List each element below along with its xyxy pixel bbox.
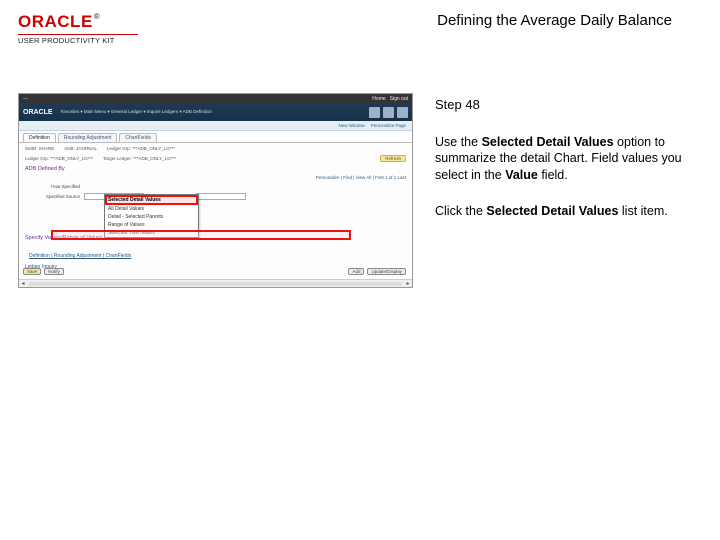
logo-divider xyxy=(18,34,138,35)
oracle-logo-block: ORACLE® USER PRODUCTIVITY KIT xyxy=(18,12,138,45)
info-ledger: Ledger Grp: ***ADB_ONLY_LG*** xyxy=(107,146,175,151)
instr2-bold: Selected Detail Values xyxy=(486,204,618,218)
scroll-left-icon[interactable]: ◂ xyxy=(19,280,27,287)
home-link[interactable]: Home xyxy=(372,96,385,102)
option-detail-selected-parents[interactable]: Detail - Selected Parents xyxy=(105,213,198,221)
info-bar-2: Ledger Grp: ***ADB_ONLY_LG*** Target Led… xyxy=(19,153,412,163)
logo-subtitle: USER PRODUCTIVITY KIT xyxy=(18,36,138,45)
embedded-screenshot: — Home Sign out ORACLE Favorites ▾ Main … xyxy=(18,93,413,288)
oracle-logo-text: ORACLE xyxy=(18,12,93,31)
step-label: Step 48 xyxy=(435,97,683,112)
info-setid: SetID: SHARE xyxy=(25,146,54,151)
instr1-part-e: field. xyxy=(538,168,568,182)
finder-text[interactable]: Personalize | Find | View All | First 1 … xyxy=(316,175,406,180)
option-all-detail-values[interactable]: All Detail Values xyxy=(105,205,198,213)
notify-button[interactable]: Notify xyxy=(44,268,64,275)
highlight-box xyxy=(51,230,351,240)
how-specified-label: How Specified xyxy=(25,184,80,189)
finder-bar[interactable]: Personalize | Find | View All | First 1 … xyxy=(19,173,412,182)
toolbar-icon[interactable] xyxy=(369,107,380,118)
instruction-2: Click the Selected Detail Values list it… xyxy=(435,203,683,219)
instr1-bold-1: Selected Detail Values xyxy=(482,135,614,149)
option-selected-detail-values[interactable]: Selected Detail Values xyxy=(105,195,198,205)
option-range-of-values[interactable]: Range of Values xyxy=(105,221,198,229)
info-target: Target Ledger: ***ADB_ONLY_LG*** xyxy=(103,156,176,161)
update-button[interactable]: Update/Display xyxy=(367,268,406,275)
refresh-button[interactable]: Refresh xyxy=(380,155,406,162)
section-adb-defined: ADB Defined By xyxy=(19,163,412,173)
oracle-tm: ® xyxy=(94,12,100,21)
instruction-1: Use the Selected Detail Values option to… xyxy=(435,134,683,183)
scroll-track[interactable] xyxy=(29,282,402,286)
specified-source-label: Specified Source xyxy=(25,194,80,199)
signout-link[interactable]: Sign out xyxy=(390,96,408,102)
app-topbar: — Home Sign out xyxy=(19,94,412,103)
toolbar-icon[interactable] xyxy=(397,107,408,118)
save-button[interactable]: Save xyxy=(23,268,41,275)
tab-row: Definition Rounding Adjustment ChartFiel… xyxy=(19,131,412,143)
instr1-part-a: Use the xyxy=(435,135,482,149)
tab-definition[interactable]: Definition xyxy=(23,133,56,142)
info-bar: SetID: SHARE ADB: JOURNAL Ledger Grp: **… xyxy=(19,143,412,153)
page-title: Defining the Average Daily Balance xyxy=(437,12,672,29)
app-banner: ORACLE Favorites ▾ Main Menu ▾ General L… xyxy=(19,103,412,121)
info-ledger2: Ledger Grp: ***ADB_ONLY_LG*** xyxy=(25,156,93,161)
scrollbar[interactable]: ◂ ▸ xyxy=(19,279,412,287)
info-adb: ADB: JOURNAL xyxy=(64,146,97,151)
instr2-part-a: Click the xyxy=(435,204,486,218)
add-button[interactable]: Add xyxy=(348,268,364,275)
footer-tab-links[interactable]: Definition | Rounding Adjustment | Chart… xyxy=(23,247,137,265)
scroll-right-icon[interactable]: ▸ xyxy=(404,280,412,287)
tab-chartfields[interactable]: ChartFields xyxy=(119,133,157,142)
app-brand: ORACLE xyxy=(23,109,53,116)
subtab-row: New Window Personalize Page xyxy=(19,121,412,131)
tab-rounding[interactable]: Rounding Adjustment xyxy=(58,133,118,142)
instr1-bold-2: Value xyxy=(505,168,538,182)
instr2-part-c: list item. xyxy=(618,204,667,218)
breadcrumb[interactable]: Favorites ▾ Main Menu ▾ General Ledger ▾… xyxy=(61,109,212,115)
new-window-link[interactable]: New Window xyxy=(338,123,364,128)
topbar-left: — xyxy=(23,96,28,102)
toolbar-icon[interactable] xyxy=(383,107,394,118)
personalize-link[interactable]: Personalize Page xyxy=(371,123,406,128)
how-chartfield-field[interactable] xyxy=(196,193,246,200)
